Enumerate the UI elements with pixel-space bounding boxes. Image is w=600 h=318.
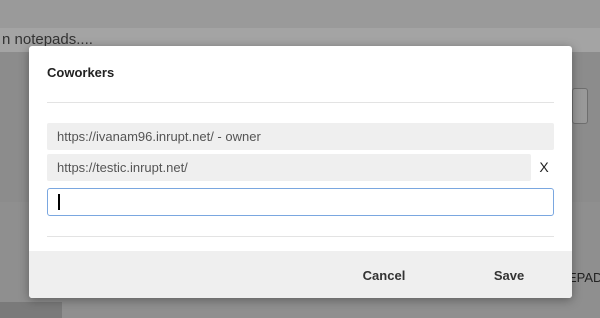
coworker-label: https://ivanam96.inrupt.net/ - owner xyxy=(57,129,261,144)
modal-title: Coworkers xyxy=(47,65,115,80)
background-right-label: EPAD xyxy=(568,270,600,285)
save-button[interactable]: Save xyxy=(481,251,537,298)
background-bottom-tab xyxy=(0,302,62,318)
new-coworker-input[interactable] xyxy=(47,188,554,216)
remove-coworker-button[interactable]: X xyxy=(534,154,554,181)
modal-footer: Cancel Save xyxy=(29,251,572,298)
background-input xyxy=(572,88,588,124)
coworker-label: https://testic.inrupt.net/ xyxy=(57,160,188,175)
cancel-button[interactable]: Cancel xyxy=(351,251,417,298)
text-caret xyxy=(58,194,60,210)
coworkers-modal: Coworkers https://ivanam96.inrupt.net/ -… xyxy=(29,46,572,298)
coworker-row-owner: https://ivanam96.inrupt.net/ - owner xyxy=(47,123,554,150)
coworker-row: https://testic.inrupt.net/ xyxy=(47,154,531,181)
modal-header-divider xyxy=(47,102,554,103)
modal-body-divider xyxy=(47,236,554,237)
app-topbar xyxy=(0,0,600,28)
